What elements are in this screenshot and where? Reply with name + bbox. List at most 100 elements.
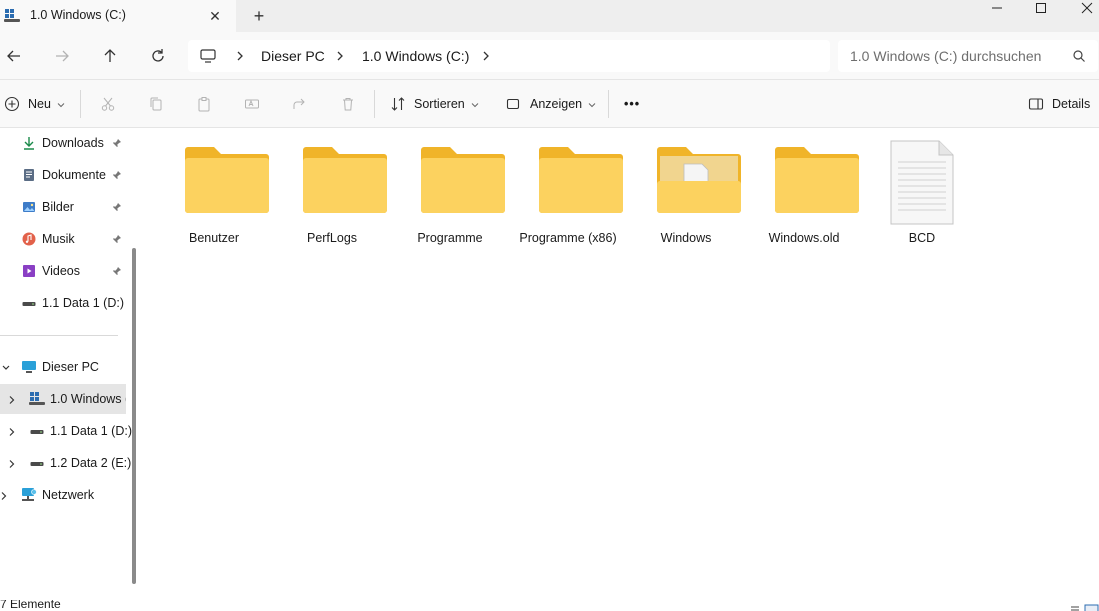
sort-label: Sortieren bbox=[414, 97, 465, 111]
chevron-down-icon bbox=[57, 97, 65, 111]
maximize-button[interactable] bbox=[1018, 0, 1064, 16]
drive-icon bbox=[22, 296, 36, 310]
chevron-right-icon[interactable] bbox=[334, 49, 346, 63]
sidebar-item-pictures[interactable]: Bilder bbox=[0, 192, 126, 222]
sort-button[interactable]: Sortieren bbox=[390, 92, 479, 116]
search-icon[interactable] bbox=[1072, 49, 1086, 66]
sidebar-item-music[interactable]: Musik bbox=[0, 224, 126, 254]
forward-button[interactable] bbox=[50, 44, 74, 68]
sidebar-item-d-drive[interactable]: 1.1 Data 1 (D:) bbox=[0, 416, 132, 446]
file-list: Benutzer PerfLogs Programme Programme (x… bbox=[144, 128, 1099, 611]
more-icon: ••• bbox=[624, 97, 641, 111]
details-button[interactable]: Details bbox=[1028, 92, 1090, 116]
breadcrumb-this-pc[interactable]: Dieser PC bbox=[261, 48, 325, 64]
computer-icon bbox=[200, 49, 216, 66]
divider bbox=[374, 90, 375, 118]
file-name: Windows.old bbox=[768, 231, 840, 245]
computer-icon bbox=[21, 360, 36, 374]
sidebar-item-label: Bilder bbox=[42, 200, 74, 214]
tab-title: 1.0 Windows (C:) bbox=[30, 8, 126, 22]
file-name: Windows bbox=[660, 231, 712, 245]
new-tab-button[interactable]: + bbox=[248, 5, 270, 27]
file-name: Programme bbox=[417, 231, 483, 245]
address-bar[interactable]: Dieser PC 1.0 Windows (C:) bbox=[188, 40, 830, 72]
folder-icon bbox=[184, 146, 270, 217]
pin-icon[interactable] bbox=[112, 201, 122, 215]
tab-active[interactable]: 1.0 Windows (C:) ✕ bbox=[0, 0, 236, 32]
music-icon bbox=[22, 232, 36, 246]
navigation-pane: Downloads Dokumente Bilder Musik Videos … bbox=[0, 128, 137, 611]
videos-icon bbox=[22, 264, 36, 278]
folder-icon bbox=[302, 146, 388, 217]
sidebar-item-data-drive[interactable]: 1.1 Data 1 (D:) bbox=[0, 288, 126, 318]
network-icon bbox=[21, 488, 37, 502]
chevron-down-icon bbox=[471, 97, 479, 111]
sidebar-item-c-drive[interactable]: 1.0 Windows (C:) bbox=[0, 384, 126, 414]
sidebar-item-this-pc[interactable]: Dieser PC bbox=[0, 352, 126, 382]
folder-item-perflogs[interactable]: PerfLogs bbox=[276, 138, 388, 250]
view-label: Anzeigen bbox=[530, 97, 583, 111]
sidebar-item-network[interactable]: Netzwerk bbox=[0, 480, 126, 510]
sidebar-item-label: Downloads bbox=[42, 136, 104, 150]
file-name: BCD bbox=[908, 231, 936, 245]
new-button[interactable]: Neu bbox=[4, 92, 65, 116]
more-options-button[interactable]: ••• bbox=[624, 92, 640, 116]
chevron-right-icon[interactable] bbox=[8, 458, 16, 468]
close-tab-icon[interactable]: ✕ bbox=[204, 5, 226, 27]
close-window-button[interactable] bbox=[1064, 0, 1099, 16]
view-toggle-group[interactable] bbox=[1068, 602, 1099, 611]
drive-icon bbox=[30, 424, 44, 438]
chevron-right-icon[interactable] bbox=[234, 49, 246, 63]
folder-with-content-icon bbox=[656, 146, 742, 217]
chevron-right-icon[interactable] bbox=[0, 490, 8, 500]
pin-icon[interactable] bbox=[112, 169, 122, 183]
delete-icon[interactable] bbox=[340, 92, 356, 116]
drive-icon bbox=[30, 456, 44, 470]
new-label: Neu bbox=[28, 97, 51, 111]
file-name: Programme (x86) bbox=[519, 231, 617, 245]
cut-icon[interactable] bbox=[100, 92, 116, 116]
view-icon bbox=[505, 96, 521, 112]
folder-item-benutzer[interactable]: Benutzer bbox=[158, 138, 270, 250]
file-item-bcd[interactable]: BCD bbox=[866, 138, 978, 250]
sidebar-item-videos[interactable]: Videos bbox=[0, 256, 126, 286]
chevron-right-icon[interactable] bbox=[8, 426, 16, 436]
chevron-down-icon[interactable] bbox=[2, 362, 10, 372]
sidebar-item-label: 1.1 Data 1 (D:) bbox=[42, 296, 124, 310]
folder-item-programme[interactable]: Programme bbox=[394, 138, 506, 250]
sidebar-item-documents[interactable]: Dokumente bbox=[0, 160, 126, 190]
pin-icon[interactable] bbox=[112, 137, 122, 151]
minimize-button[interactable] bbox=[974, 0, 1020, 16]
chevron-right-icon[interactable] bbox=[480, 49, 492, 63]
file-name: Benutzer bbox=[188, 231, 240, 245]
pin-icon[interactable] bbox=[112, 265, 122, 279]
refresh-button[interactable] bbox=[146, 44, 170, 68]
folder-item-programme-x86[interactable]: Programme (x86) bbox=[512, 138, 624, 250]
breadcrumb-current-drive[interactable]: 1.0 Windows (C:) bbox=[362, 48, 469, 64]
search-placeholder: 1.0 Windows (C:) durchsuchen bbox=[850, 48, 1042, 64]
folder-icon bbox=[774, 146, 860, 217]
copy-icon[interactable] bbox=[148, 92, 164, 116]
sidebar-item-label: 1.0 Windows (C:) bbox=[50, 392, 126, 406]
sidebar-item-label: Musik bbox=[42, 232, 75, 246]
up-button[interactable] bbox=[98, 44, 122, 68]
sidebar-item-downloads[interactable]: Downloads bbox=[0, 128, 126, 158]
rename-icon[interactable] bbox=[244, 92, 260, 116]
details-label: Details bbox=[1052, 97, 1091, 111]
sidebar-scrollbar[interactable] bbox=[132, 248, 136, 584]
paste-icon[interactable] bbox=[196, 92, 212, 116]
status-bar: 7 Elemente bbox=[0, 600, 1099, 611]
pin-icon[interactable] bbox=[112, 233, 122, 247]
command-bar: Neu Sortieren Anzeigen ••• Details bbox=[0, 80, 1099, 128]
navigation-bar: Dieser PC 1.0 Windows (C:) 1.0 Windows (… bbox=[0, 32, 1099, 80]
view-button[interactable]: Anzeigen bbox=[505, 92, 596, 116]
folder-item-windows-old[interactable]: Windows.old bbox=[748, 138, 860, 250]
chevron-right-icon[interactable] bbox=[8, 394, 16, 404]
plus-circle-icon bbox=[4, 96, 20, 112]
back-button[interactable] bbox=[2, 44, 26, 68]
search-box[interactable]: 1.0 Windows (C:) durchsuchen bbox=[838, 40, 1098, 72]
share-icon[interactable] bbox=[292, 92, 308, 116]
document-icon bbox=[888, 140, 954, 229]
folder-item-windows[interactable]: Windows bbox=[630, 138, 742, 250]
sidebar-item-e-drive[interactable]: 1.2 Data 2 (E:) bbox=[0, 448, 131, 478]
